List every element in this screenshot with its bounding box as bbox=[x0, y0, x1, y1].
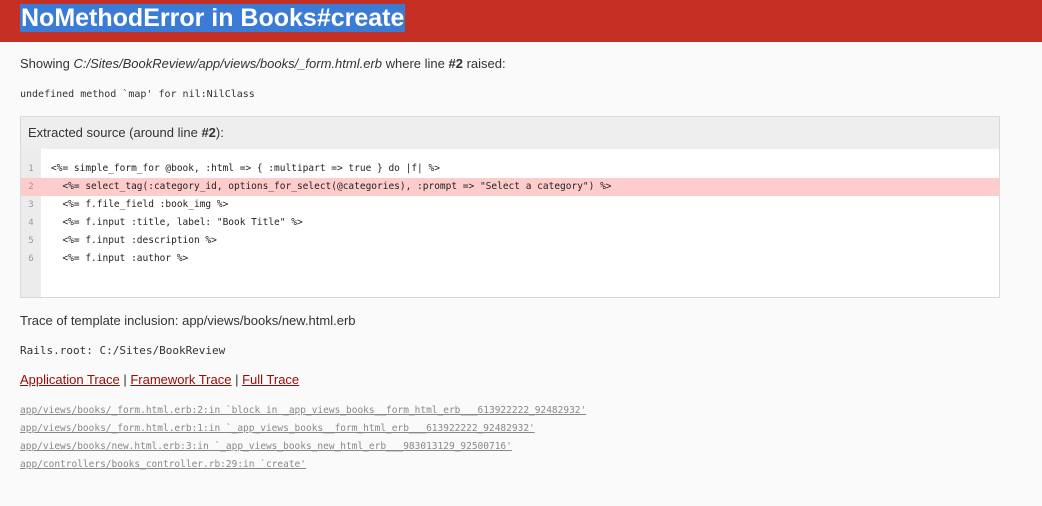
template-path: C:/Sites/BookReview/app/views/books/_for… bbox=[73, 56, 382, 71]
extracted-source: Extracted source (around line #2): 1 2 3 4 5… bbox=[20, 116, 1000, 298]
line-number: 2 bbox=[21, 178, 41, 196]
page-title[interactable]: NoMethodError in Books#create bbox=[20, 4, 406, 32]
source-header-suffix: ): bbox=[215, 125, 224, 140]
template-inclusion-trace: Trace of template inclusion: app/views/b… bbox=[20, 313, 356, 328]
error-line-number: #2 bbox=[448, 56, 463, 71]
showing-prefix: Showing bbox=[20, 56, 74, 71]
rails-root: Rails.root: C:/Sites/BookReview bbox=[20, 344, 226, 357]
source-line: <%= simple_form_for @book, :html => { :m… bbox=[51, 163, 440, 174]
showing-suffix: raised: bbox=[462, 56, 506, 71]
application-trace-link[interactable]: Application Trace bbox=[20, 372, 120, 387]
line-number: 6 bbox=[28, 254, 34, 264]
source-code: <%= simple_form_for @book, :html => { :m… bbox=[41, 149, 999, 297]
full-trace-link[interactable]: Full Trace bbox=[242, 372, 299, 387]
line-number-gutter: 1 2 3 4 5 6 bbox=[21, 149, 41, 297]
line-number: 5 bbox=[28, 236, 34, 246]
source-line: <%= f.input :title, label: "Book Title" … bbox=[51, 217, 303, 228]
error-header: NoMethodError in Books#create bbox=[0, 0, 1042, 42]
main-content: Showing C:/Sites/BookReview/app/views/bo… bbox=[0, 56, 1042, 474]
source-header: Extracted source (around line #2): bbox=[21, 117, 999, 149]
trace-frames: app/views/books/_form.html.erb:2:in `blo… bbox=[20, 402, 1022, 474]
source-header-prefix: Extracted source (around line bbox=[28, 125, 202, 140]
framework-trace-link[interactable]: Framework Trace bbox=[130, 372, 231, 387]
error-message: undefined method `map' for nil:NilClass bbox=[20, 89, 255, 100]
source-line: <%= f.input :author %> bbox=[51, 253, 189, 264]
trace-frame-link[interactable]: app/views/books/_form.html.erb:2:in `blo… bbox=[20, 402, 1022, 420]
trace-frame-link[interactable]: app/views/books/_form.html.erb:1:in `_ap… bbox=[20, 420, 1022, 438]
trace-frame-link[interactable]: app/controllers/books_controller.rb:29:i… bbox=[20, 456, 1022, 474]
trace-links: Application Trace | Framework Trace | Fu… bbox=[20, 372, 1022, 388]
source-body: 1 2 3 4 5 6 <%= simple_form_for @book, :html … bbox=[21, 149, 999, 297]
line-number: 1 bbox=[28, 164, 34, 174]
line-number: 4 bbox=[28, 218, 34, 228]
line-number: 3 bbox=[28, 200, 34, 210]
trace-separator: | bbox=[119, 372, 131, 387]
trace-separator: | bbox=[231, 372, 243, 387]
showing-middle: where line bbox=[382, 56, 449, 71]
source-line-error: <%= select_tag(:category_id, options_for… bbox=[41, 178, 999, 196]
source-line: <%= f.file_field :book_img %> bbox=[51, 199, 229, 210]
source-line: <%= f.input :description %> bbox=[51, 235, 217, 246]
showing-line: Showing C:/Sites/BookReview/app/views/bo… bbox=[20, 56, 1022, 72]
source-header-line: #2 bbox=[201, 125, 216, 140]
trace-frame-link[interactable]: app/views/books/new.html.erb:3:in `_app_… bbox=[20, 438, 1022, 456]
